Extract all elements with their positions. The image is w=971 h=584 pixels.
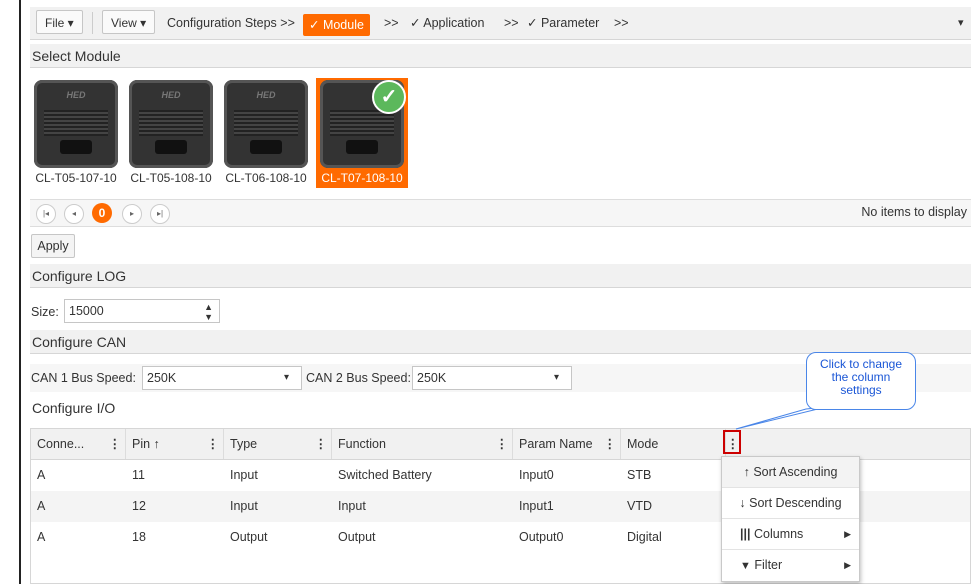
module-card[interactable]: HED CL-T06-108-10 bbox=[220, 78, 312, 188]
cell-type: Input bbox=[230, 468, 258, 482]
checkmark-icon: ✓ bbox=[372, 80, 406, 114]
left-border-line bbox=[19, 0, 21, 584]
module-label: CL-T07-108-10 bbox=[321, 171, 403, 185]
chevron-down-icon: ▾ bbox=[283, 372, 289, 383]
can1-speed-select[interactable]: 250K ▾ bbox=[142, 366, 302, 390]
column-header-function[interactable]: Function ⋮ bbox=[332, 429, 513, 459]
stepper-arrows-icon[interactable]: ▲ ▼ bbox=[204, 300, 213, 322]
can2-speed-value: 250K bbox=[417, 371, 447, 385]
step-module[interactable]: ✓ Module bbox=[303, 14, 370, 36]
config-steps-label: Configuration Steps >> bbox=[167, 16, 295, 30]
cell-connector: A bbox=[37, 499, 46, 513]
cell-param-name: Input0 bbox=[519, 468, 554, 482]
column-menu-icon[interactable]: ⋮ bbox=[207, 429, 220, 459]
menu-columns-label: Columns bbox=[753, 527, 804, 541]
menu-sort-descending[interactable]: ↓ Sort Descending bbox=[722, 488, 859, 519]
module-image: HED bbox=[224, 80, 308, 168]
section-configure-can: Configure CAN bbox=[30, 330, 971, 354]
view-menu-button[interactable]: View ▾ bbox=[102, 10, 156, 34]
step-application[interactable]: ✓ Application bbox=[410, 7, 484, 39]
callout-tooltip: Click to change the column settings bbox=[806, 352, 916, 410]
callout-text: settings bbox=[840, 383, 882, 397]
chevron-down-icon: ▾ bbox=[553, 372, 559, 383]
cell-function: Output bbox=[338, 530, 376, 544]
cell-type: Input bbox=[230, 499, 258, 513]
log-size-value: 15000 bbox=[69, 304, 104, 318]
cell-pin: 11 bbox=[132, 468, 145, 482]
module-label: CL-T05-108-10 bbox=[130, 171, 212, 185]
chevron-right-icon: ▶ bbox=[844, 529, 851, 539]
module-card-selected[interactable]: ✓ CL-T07-108-10 bbox=[316, 78, 408, 188]
column-menu-icon[interactable]: ⋮ bbox=[315, 429, 328, 459]
section-title: Configure CAN bbox=[32, 334, 127, 350]
cell-connector: A bbox=[37, 468, 46, 482]
prev-page-icon[interactable]: ◂ bbox=[64, 204, 84, 224]
section-title: Configure I/O bbox=[32, 400, 116, 416]
cell-pin: 12 bbox=[132, 499, 146, 513]
cell-function: Input bbox=[338, 499, 366, 513]
column-header-connector[interactable]: Conne... ⋮ bbox=[31, 429, 126, 459]
cell-connector: A bbox=[37, 530, 46, 544]
can1-speed-value: 250K bbox=[147, 371, 177, 385]
can2-speed-label: CAN 2 Bus Speed: bbox=[306, 371, 411, 385]
log-size-stepper[interactable]: 15000 ▲ ▼ bbox=[64, 299, 220, 323]
column-menu-icon[interactable]: ⋮ bbox=[109, 429, 122, 459]
pager: |◂ ◂ 0 ▸ ▸| No items to display bbox=[30, 199, 971, 227]
step-separator: >> bbox=[384, 16, 399, 30]
module-image: HED bbox=[34, 80, 118, 168]
column-header-type[interactable]: Type ⋮ bbox=[224, 429, 332, 459]
cell-mode: Digital bbox=[627, 530, 662, 544]
pager-status: No items to display bbox=[861, 205, 967, 219]
log-size-label: Size: bbox=[31, 305, 59, 319]
menu-sort-ascending[interactable]: ↑ Sort Ascending bbox=[722, 457, 859, 488]
cell-function: Switched Battery bbox=[338, 468, 432, 482]
toolbar: File ▾ View ▾ Configuration Steps >> ✓ M… bbox=[30, 7, 971, 40]
toolbar-divider bbox=[92, 12, 93, 34]
section-title: Configure LOG bbox=[32, 268, 127, 284]
column-menu-icon[interactable]: ⋮ bbox=[496, 429, 509, 459]
step-separator: >> bbox=[614, 16, 629, 30]
filter-icon: ▼ bbox=[740, 560, 751, 572]
cell-mode: STB bbox=[627, 468, 652, 482]
toolbar-overflow-icon[interactable]: ▾ bbox=[958, 7, 964, 39]
module-image: HED bbox=[129, 80, 213, 168]
menu-columns[interactable]: ||| Columns ▶ bbox=[722, 519, 859, 550]
cell-mode: VTD bbox=[627, 499, 652, 513]
module-logo: HED bbox=[161, 90, 181, 100]
section-select-module: Select Module bbox=[30, 44, 971, 68]
last-page-icon[interactable]: ▸| bbox=[150, 204, 170, 224]
step-parameter[interactable]: ✓ Parameter bbox=[527, 7, 599, 39]
module-label: CL-T05-107-10 bbox=[35, 171, 117, 185]
menu-filter-label: Filter bbox=[754, 558, 783, 572]
first-page-icon[interactable]: |◂ bbox=[36, 204, 56, 224]
cell-param-name: Input1 bbox=[519, 499, 554, 513]
column-header-mode[interactable]: Mode ⋮ bbox=[621, 429, 739, 459]
step-separator: >> bbox=[504, 16, 519, 30]
section-title: Select Module bbox=[32, 48, 121, 64]
module-card[interactable]: HED CL-T05-108-10 bbox=[125, 78, 217, 188]
module-label: CL-T06-108-10 bbox=[225, 171, 307, 185]
column-menu-icon[interactable]: ⋮ bbox=[604, 429, 617, 459]
cell-pin: 18 bbox=[132, 530, 146, 544]
current-page[interactable]: 0 bbox=[92, 203, 112, 223]
file-menu-button[interactable]: File ▾ bbox=[36, 10, 83, 34]
column-header-pin[interactable]: Pin ↑ ⋮ bbox=[126, 429, 224, 459]
menu-filter[interactable]: ▼ Filter ▶ bbox=[722, 550, 859, 581]
module-card[interactable]: HED CL-T05-107-10 bbox=[30, 78, 122, 188]
top-strip bbox=[0, 0, 971, 7]
can2-speed-select[interactable]: 250K ▾ bbox=[412, 366, 572, 390]
module-logo: HED bbox=[256, 90, 276, 100]
apply-button[interactable]: Apply bbox=[31, 234, 75, 258]
column-menu: ↑ Sort Ascending ↓ Sort Descending ||| C… bbox=[721, 456, 860, 582]
can1-speed-label: CAN 1 Bus Speed: bbox=[31, 371, 136, 385]
columns-icon: ||| bbox=[740, 527, 751, 541]
module-logo: HED bbox=[66, 90, 86, 100]
cell-param-name: Output0 bbox=[519, 530, 564, 544]
cell-type: Output bbox=[230, 530, 268, 544]
chevron-right-icon: ▶ bbox=[844, 560, 851, 570]
column-header-param-name[interactable]: Param Name ⋮ bbox=[513, 429, 621, 459]
section-configure-log: Configure LOG bbox=[30, 264, 971, 288]
next-page-icon[interactable]: ▸ bbox=[122, 204, 142, 224]
